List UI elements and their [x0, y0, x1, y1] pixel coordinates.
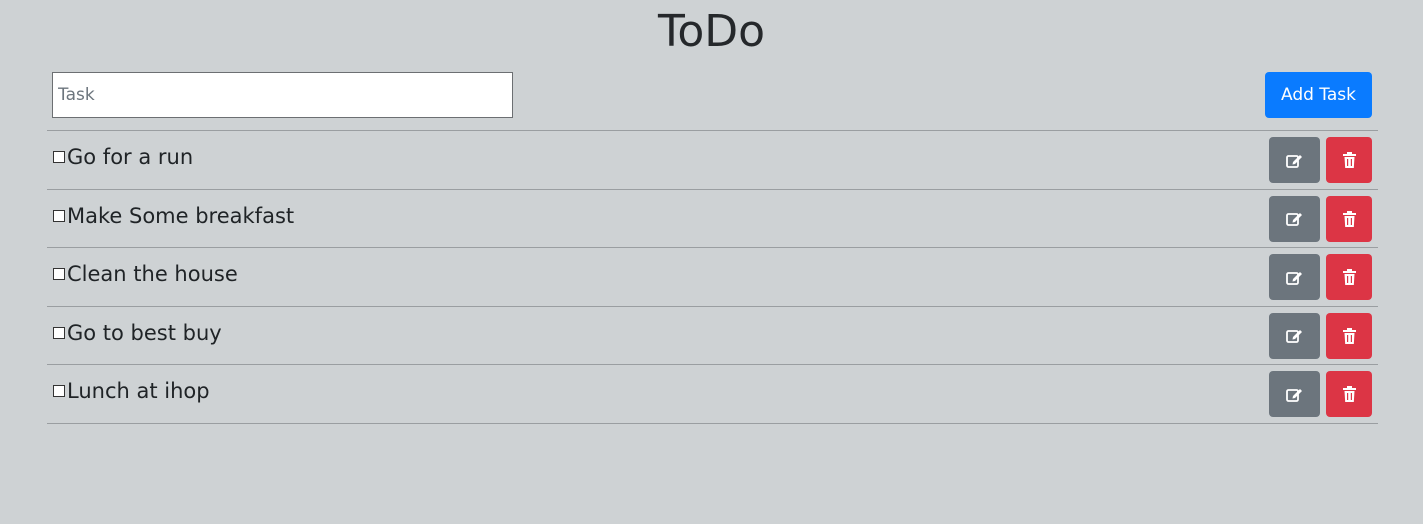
task-item[interactable]: Go to best buy: [53, 319, 222, 347]
delete-task-button[interactable]: [1326, 195, 1372, 242]
add-task-button[interactable]: Add Task: [1265, 72, 1372, 118]
task-item[interactable]: Go for a run: [53, 143, 193, 171]
edit-task-button[interactable]: [1269, 312, 1320, 359]
task-row: Go to best buy: [47, 305, 1378, 365]
task-checkbox[interactable]: [53, 268, 65, 281]
task-checkbox[interactable]: [53, 151, 65, 163]
task-checkbox[interactable]: [53, 209, 65, 222]
edit-icon: [1286, 211, 1303, 226]
task-label: Lunch at ihop: [67, 379, 210, 404]
task-row: Go for a run: [47, 130, 1378, 189]
edit-task-button[interactable]: [1269, 195, 1320, 242]
edit-icon: [1286, 153, 1303, 168]
task-label: Go to best buy: [67, 320, 222, 345]
task-label: Go for a run: [67, 145, 194, 169]
edit-icon: [1286, 328, 1303, 344]
task-checkbox[interactable]: [53, 326, 65, 339]
trash-icon: [1342, 386, 1356, 403]
trash-icon: [1342, 210, 1356, 227]
task-row: Clean the house: [47, 247, 1378, 306]
task-row: Lunch at ihop: [47, 364, 1378, 424]
delete-task-button[interactable]: [1326, 371, 1372, 418]
task-label: Make Some breakfast: [67, 203, 295, 228]
trash-icon: [1342, 152, 1356, 168]
task-item[interactable]: Make Some breakfast: [53, 202, 294, 230]
trash-icon: [1342, 269, 1356, 286]
task-row: Make Some breakfast: [47, 188, 1378, 248]
delete-task-button[interactable]: [1326, 137, 1372, 183]
task-item[interactable]: Clean the house: [53, 260, 238, 288]
edit-icon: [1286, 270, 1303, 285]
app-title: ToDo: [657, 6, 766, 57]
edit-task-button[interactable]: [1269, 254, 1320, 301]
trash-icon: [1342, 327, 1356, 344]
task-input[interactable]: [52, 72, 513, 118]
delete-task-button[interactable]: [1326, 312, 1372, 359]
task-label: Clean the house: [67, 262, 238, 287]
task-checkbox[interactable]: [53, 385, 65, 398]
task-list: Go for a run Make Some breakfast Clean t…: [47, 130, 1378, 424]
delete-task-button[interactable]: [1326, 254, 1372, 301]
edit-task-button[interactable]: [1269, 137, 1320, 183]
edit-icon: [1286, 387, 1303, 402]
task-item[interactable]: Lunch at ihop: [53, 377, 210, 405]
edit-task-button[interactable]: [1269, 371, 1320, 418]
